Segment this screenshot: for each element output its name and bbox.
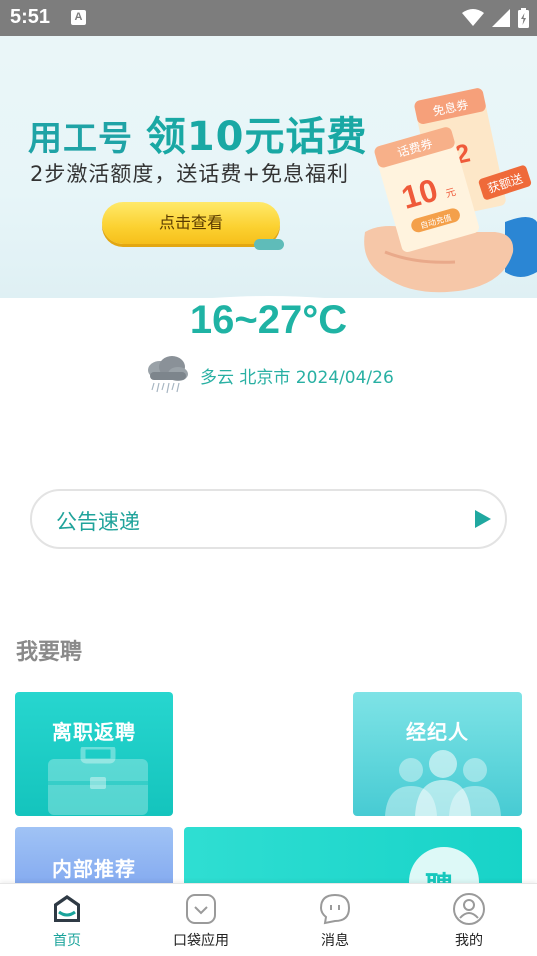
message-icon — [319, 893, 351, 925]
tab-profile[interactable]: 我的 — [402, 884, 536, 956]
section-title: 我要聘 — [16, 640, 83, 665]
banner-subtitle: 2步激活额度，送话费+免息福利 — [30, 162, 349, 186]
banner-title: 用工号 领10元话费 — [28, 104, 368, 162]
coupon-hand-illustration: 免息券 12 话费券 10 元 自动充值 获额送 — [364, 88, 537, 293]
hiring-card[interactable]: 聘 — [184, 827, 522, 887]
tab-pocket-apps-label: 口袋应用 — [173, 933, 229, 949]
banner-title-part2: 领10元话费 — [145, 114, 368, 160]
cloud-rain-icon — [148, 356, 188, 394]
status-time: 5:51 — [10, 6, 51, 28]
battery-icon — [518, 8, 529, 28]
status-bar: 5:51 A — [0, 0, 537, 36]
tab-home[interactable]: 首页 — [0, 884, 134, 956]
tab-home-label: 首页 — [53, 933, 81, 949]
promo-banner[interactable]: 用工号 领10元话费 2步激活额度，送话费+免息福利 点击查看 免息券 12 话… — [0, 36, 537, 298]
view-details-button[interactable]: 点击查看 — [102, 202, 280, 244]
bottom-tab-bar: 首页 口袋应用 消息 我的 — [0, 883, 537, 956]
profile-icon — [453, 893, 485, 925]
tab-messages-label: 消息 — [321, 933, 349, 949]
weather-info: 多云 北京市 2024/04/26 — [144, 352, 394, 398]
tab-messages[interactable]: 消息 — [268, 884, 402, 956]
banner-page-indicator — [254, 239, 284, 250]
announcement-bar[interactable]: 公告速递 — [30, 489, 507, 549]
rehire-card[interactable]: 离职返聘 — [15, 692, 173, 816]
agent-card[interactable]: 经纪人 — [353, 692, 522, 816]
home-icon — [54, 895, 80, 922]
people-group-icon — [385, 750, 501, 816]
weather-temperature: 16~27°C — [189, 298, 348, 342]
agent-label: 经纪人 — [406, 720, 469, 744]
tab-profile-label: 我的 — [455, 933, 483, 949]
rehire-label: 离职返聘 — [52, 720, 136, 744]
tab-pocket-apps[interactable]: 口袋应用 — [134, 884, 268, 956]
notification-a-icon: A — [71, 10, 86, 25]
referral-label: 内部推荐 — [52, 857, 136, 881]
briefcase-icon — [48, 747, 148, 815]
announcement-label: 公告速递 — [56, 510, 140, 534]
banner-title-part1: 用工号 — [28, 119, 146, 159]
play-arrow-icon — [475, 510, 491, 528]
pocket-icon — [186, 894, 216, 924]
hire-badge: 聘 — [409, 847, 479, 887]
signal-icon — [492, 9, 510, 27]
wifi-icon — [462, 9, 484, 26]
status-icons — [462, 7, 529, 29]
weather-details: 多云 北京市 2024/04/26 — [200, 367, 394, 388]
referral-card[interactable]: 内部推荐 — [15, 827, 173, 887]
